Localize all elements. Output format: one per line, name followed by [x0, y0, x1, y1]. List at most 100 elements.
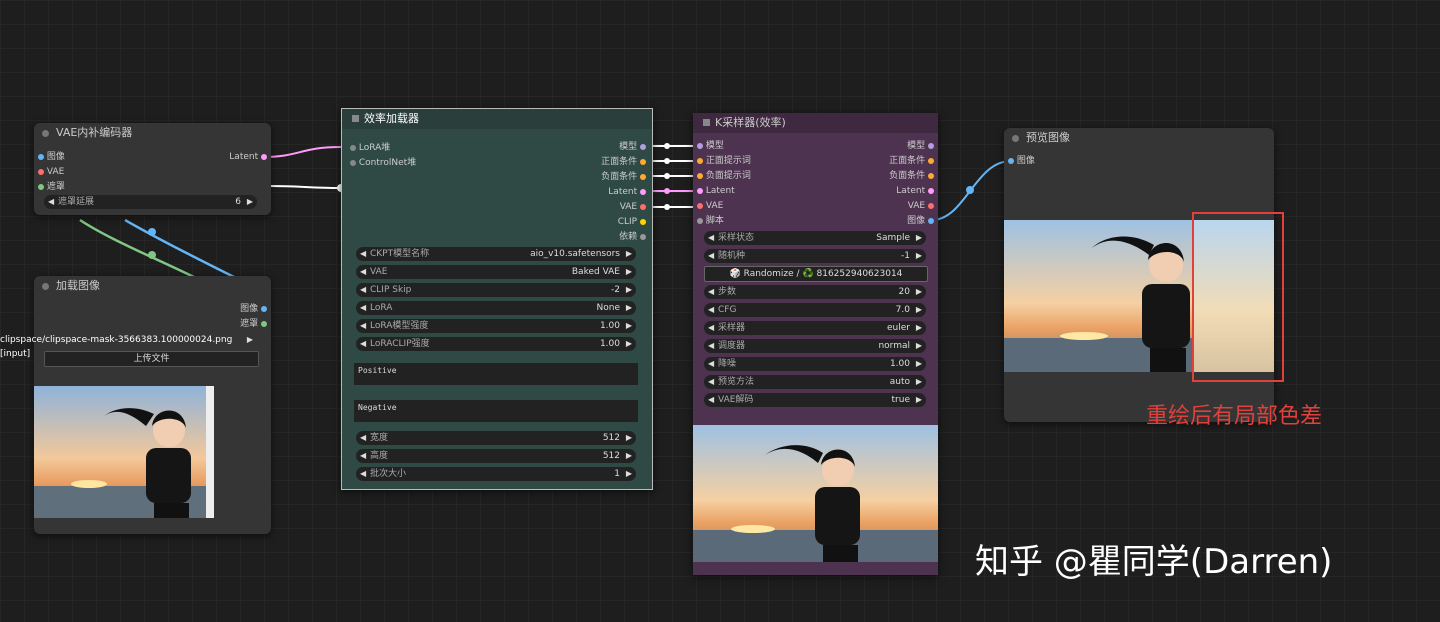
seed-widget[interactable]: ◀ 随机种 -1 ▶ — [704, 249, 926, 263]
node-header[interactable]: 预览图像 — [1004, 128, 1274, 148]
cond-pin-icon[interactable] — [697, 157, 703, 164]
output-vae-slot[interactable]: VAE — [908, 199, 934, 213]
arrow-left-icon[interactable]: ◀ — [360, 301, 366, 315]
output-latent-slot[interactable]: Latent — [229, 150, 267, 164]
load-image-node[interactable]: 加载图像 图像 遮罩 clipspace/clipspace-mask-3566… — [0, 276, 271, 534]
steps-widget[interactable]: ◀ 步数 20 ▶ — [704, 285, 926, 299]
ckpt-widget[interactable]: ◀ CKPT模型名称 aio_v10.safetensors ▶ — [356, 247, 636, 261]
batch-size-widget[interactable]: ◀ 批次大小 1 ▶ — [356, 467, 636, 481]
arrow-right-icon[interactable]: ▶ — [626, 467, 632, 481]
arrow-right-icon[interactable]: ▶ — [626, 431, 632, 445]
arrow-right-icon[interactable]: ▶ — [247, 195, 253, 209]
arrow-right-icon[interactable]: ▶ — [626, 301, 632, 315]
preview-method-widget[interactable]: ◀ 预览方法 auto ▶ — [704, 375, 926, 389]
collapse-dot-icon[interactable] — [42, 283, 49, 290]
input-image-slot[interactable]: 图像 — [38, 150, 65, 164]
arrow-right-icon[interactable]: ▶ — [916, 339, 922, 353]
height-widget[interactable]: ◀ 高度 512 ▶ — [356, 449, 636, 463]
vae-widget[interactable]: ◀ VAE Baked VAE ▶ — [356, 265, 636, 279]
sampler-name-widget[interactable]: ◀ 采样器 euler ▶ — [704, 321, 926, 335]
arrow-left-icon[interactable]: ◀ — [708, 285, 714, 299]
arrow-left-icon[interactable]: ◀ — [360, 265, 366, 279]
positive-prompt-textarea[interactable]: Positive — [354, 363, 638, 385]
arrow-left-icon[interactable]: ◀ — [708, 231, 714, 245]
arrow-left-icon[interactable]: ◀ — [360, 449, 366, 463]
arrow-right-icon[interactable]: ▶ — [916, 357, 922, 371]
arrow-left-icon[interactable]: ◀ — [360, 431, 366, 445]
clip-pin-icon[interactable] — [640, 218, 646, 225]
arrow-left-icon[interactable]: ◀ — [708, 357, 714, 371]
efficient-loader-node[interactable]: 效率加载器 LoRA堆 ControlNet堆 模型 正面条件 负面条件 Lat… — [341, 108, 653, 490]
arrow-left-icon[interactable]: ◀ — [360, 247, 366, 261]
arrow-left-icon[interactable]: ◀ — [360, 467, 366, 481]
cond-pin-icon[interactable] — [640, 173, 646, 180]
vae-decode-widget[interactable]: ◀ VAE解码 true ▶ — [704, 393, 926, 407]
arrow-left-icon[interactable]: ◀ — [708, 375, 714, 389]
node-header[interactable]: 加载图像 — [34, 276, 271, 296]
lora-widget[interactable]: ◀ LoRA None ▶ — [356, 301, 636, 315]
input-image-slot[interactable]: 图像 — [1008, 154, 1035, 168]
output-latent-slot[interactable]: Latent — [608, 185, 646, 199]
output-model-slot[interactable]: 模型 — [619, 140, 646, 154]
cond-pin-icon[interactable] — [697, 172, 703, 179]
mask-pin-icon[interactable] — [38, 183, 44, 190]
arrow-right-icon[interactable]: ▶ — [916, 393, 922, 407]
arrow-right-icon[interactable]: ▶ — [916, 249, 922, 263]
image-pin-icon[interactable] — [261, 305, 267, 312]
upload-button[interactable]: 上传文件 — [44, 351, 259, 367]
mask-pin-icon[interactable] — [261, 320, 267, 327]
denoise-widget[interactable]: ◀ 降噪 1.00 ▶ — [704, 357, 926, 371]
input-positive-slot[interactable]: 正面提示词 — [697, 154, 751, 168]
cond-pin-icon[interactable] — [928, 157, 934, 164]
arrow-left-icon[interactable]: ◀ — [360, 319, 366, 333]
scheduler-widget[interactable]: ◀ 调度器 normal ▶ — [704, 339, 926, 353]
arrow-right-icon[interactable]: ▶ — [247, 333, 253, 347]
node-header[interactable]: 效率加载器 — [342, 109, 652, 129]
collapse-square-icon[interactable] — [352, 115, 359, 122]
arrow-right-icon[interactable]: ▶ — [626, 337, 632, 351]
arrow-left-icon[interactable]: ◀ — [48, 195, 54, 209]
grow-mask-widget[interactable]: ◀ 遮罩延展 6 ▶ — [44, 195, 257, 209]
vae-pin-icon[interactable] — [640, 203, 646, 210]
cfg-widget[interactable]: ◀ CFG 7.0 ▶ — [704, 303, 926, 317]
controlnet-pin-icon[interactable] — [350, 159, 356, 166]
input-negative-slot[interactable]: 负面提示词 — [697, 169, 751, 183]
input-latent-slot[interactable]: Latent — [697, 184, 735, 198]
input-lora-stack-slot[interactable]: LoRA堆 — [350, 141, 390, 155]
arrow-left-icon[interactable]: ◀ — [708, 303, 714, 317]
arrow-left-icon[interactable]: ◀ — [708, 249, 714, 263]
model-pin-icon[interactable] — [697, 142, 703, 149]
arrow-right-icon[interactable]: ▶ — [916, 375, 922, 389]
latent-pin-icon[interactable] — [261, 153, 267, 160]
node-header[interactable]: VAE内补编码器 — [34, 123, 271, 143]
collapse-dot-icon[interactable] — [1012, 135, 1019, 142]
output-model-slot[interactable]: 模型 — [907, 139, 934, 153]
arrow-right-icon[interactable]: ▶ — [626, 449, 632, 463]
image-pin-icon[interactable] — [1008, 157, 1014, 164]
lora-clip-strength-widget[interactable]: ◀ LoRACLIP强度 1.00 ▶ — [356, 337, 636, 351]
collapse-dot-icon[interactable] — [42, 130, 49, 137]
randomize-button[interactable]: 🎲 Randomize / ♻️ 816252940623014 — [704, 266, 928, 282]
output-latent-slot[interactable]: Latent — [896, 184, 934, 198]
arrow-right-icon[interactable]: ▶ — [916, 285, 922, 299]
vae-inpaint-encoder-node[interactable]: VAE内补编码器 图像 VAE 遮罩 Latent ◀ 遮罩延展 6 ▶ — [34, 123, 271, 215]
model-pin-icon[interactable] — [640, 143, 646, 150]
arrow-right-icon[interactable]: ▶ — [626, 265, 632, 279]
vae-pin-icon[interactable] — [697, 202, 703, 209]
output-positive-slot[interactable]: 正面条件 — [889, 154, 934, 168]
arrow-left-icon[interactable]: ◀ — [360, 337, 366, 351]
arrow-left-icon[interactable]: ◀ — [708, 393, 714, 407]
image-pin-icon[interactable] — [928, 217, 934, 224]
latent-pin-icon[interactable] — [928, 187, 934, 194]
output-image-slot[interactable]: 图像 — [240, 302, 267, 316]
output-vae-slot[interactable]: VAE — [620, 200, 646, 214]
ksampler-efficient-node[interactable]: K采样器(效率) 模型 正面提示词 负面提示词 Latent VAE 脚本 模型… — [693, 113, 938, 575]
arrow-right-icon[interactable]: ▶ — [916, 231, 922, 245]
node-header[interactable]: K采样器(效率) — [693, 113, 938, 133]
input-vae-slot[interactable]: VAE — [697, 199, 723, 213]
image-pin-icon[interactable] — [38, 153, 44, 160]
arrow-right-icon[interactable]: ▶ — [916, 321, 922, 335]
vae-pin-icon[interactable] — [928, 202, 934, 209]
clip-skip-widget[interactable]: ◀ CLIP Skip -2 ▶ — [356, 283, 636, 297]
arrow-right-icon[interactable]: ▶ — [626, 283, 632, 297]
